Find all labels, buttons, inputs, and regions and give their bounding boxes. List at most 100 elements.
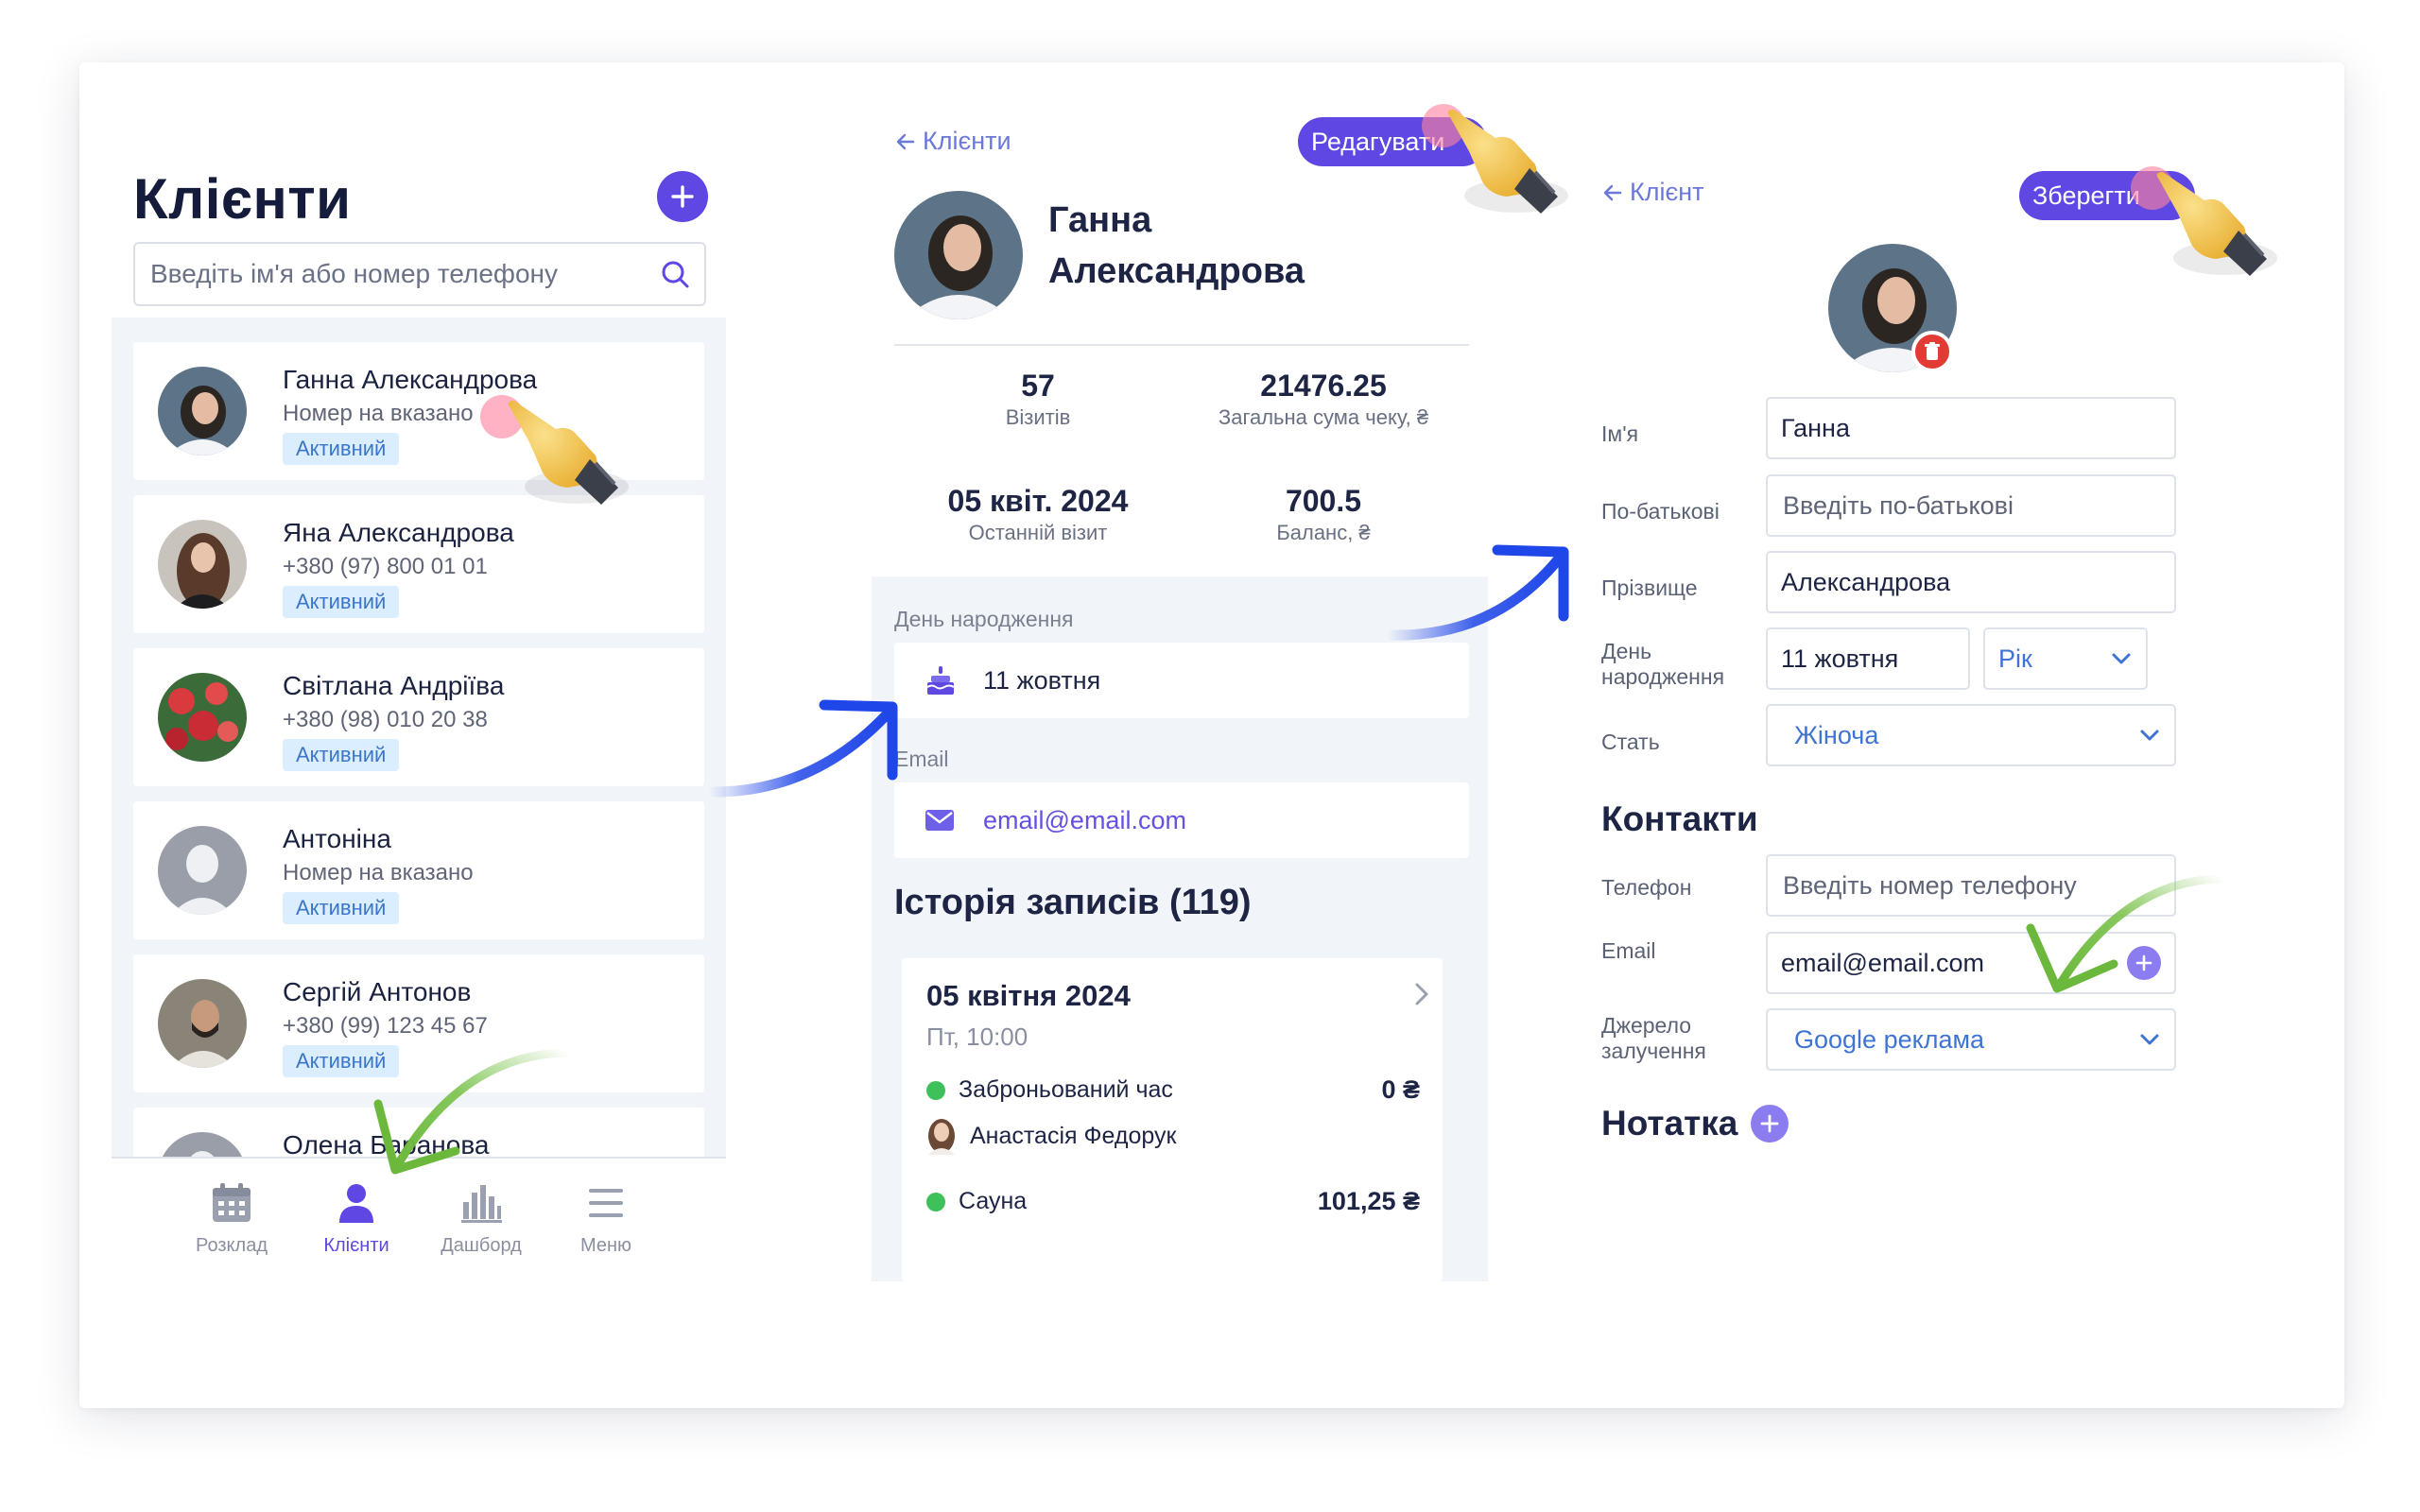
search-input[interactable] — [148, 258, 659, 290]
avatar — [158, 826, 247, 915]
hint-arrow-icon — [373, 1048, 574, 1175]
status-dot-icon — [926, 1192, 945, 1211]
pointing-hand-icon — [2156, 172, 2277, 276]
gender-label: Стать — [1601, 730, 1660, 754]
pointing-hand-icon — [1447, 110, 1568, 214]
year-select[interactable]: Рік — [1983, 627, 2148, 690]
staff-name: Анастасія Федорук — [970, 1122, 1177, 1149]
client-name: Антоніна — [283, 824, 391, 853]
source-label: Джерело залучення — [1601, 1013, 1706, 1063]
nav-label: Розклад — [196, 1235, 268, 1256]
contact-email-value: email@email.com — [1781, 948, 1984, 977]
stat-value: 700.5 — [1285, 484, 1362, 518]
first-name-value: Ганна — [1781, 413, 1850, 442]
gender-select-value: Жіноча — [1794, 720, 1879, 749]
patronymic-label: По-батькові — [1601, 499, 1720, 524]
profile-name: Ганна Александрова — [1048, 195, 1305, 297]
birthday-field-value: 11 жовтня — [1781, 644, 1899, 673]
service-price: 101,25 ₴ — [1317, 1187, 1420, 1215]
contact-email-label: Email — [1601, 938, 1656, 963]
arrow-left-icon — [1603, 184, 1622, 200]
stat-value: 05 квіт. 2024 — [947, 484, 1129, 518]
birthday-field[interactable]: 11 жовтня — [1766, 627, 1970, 690]
source-select-value: Google реклама — [1794, 1024, 1985, 1054]
trash-icon — [1925, 342, 1940, 360]
profile-divider — [894, 344, 1469, 346]
service-name: Заброньований час — [959, 1076, 1173, 1103]
gender-select[interactable]: Жіноча — [1766, 704, 2176, 766]
stat-value: 57 — [1021, 369, 1055, 403]
note-section: Нотатка — [1601, 1104, 1789, 1143]
page-title: Клієнти — [133, 167, 352, 231]
status-dot-icon — [926, 1080, 945, 1100]
history-service-row: Сауна 101,25 ₴ — [926, 1187, 1420, 1216]
last-name-field[interactable]: Александрова — [1766, 551, 2176, 613]
back-label: Клієнти — [923, 127, 1011, 155]
client-name: Ганна Александрова — [283, 365, 538, 394]
birthday-section-label: День народження — [894, 607, 1074, 631]
delete-photo-button[interactable] — [1911, 331, 1953, 372]
list-item[interactable]: Світлана Андріїва +380 (98) 010 20 38 Ак… — [133, 648, 704, 786]
client-list[interactable]: Ганна Александрова Номер на вказано Акти… — [112, 318, 726, 1159]
nav-clients[interactable]: Клієнти — [295, 1181, 418, 1257]
year-select-value: Рік — [1998, 644, 2032, 673]
history-card[interactable]: 05 квітня 2024 Пт, 10:00 Заброньований ч… — [902, 958, 1443, 1281]
stat-last-visit: 05 квіт. 2024 Останній візит — [896, 484, 1180, 545]
chevron-down-icon — [2140, 730, 2159, 741]
note-title: Нотатка — [1601, 1104, 1738, 1143]
nav-label: Меню — [579, 1235, 632, 1256]
arrow-left-icon — [896, 133, 915, 149]
patronymic-field[interactable] — [1766, 474, 2176, 537]
add-client-button[interactable] — [657, 171, 708, 222]
status-badge: Активний — [283, 433, 400, 465]
calendar-icon — [213, 1183, 251, 1222]
history-time: Пт, 10:00 — [926, 1022, 1028, 1051]
stat-value: 21476.25 — [1260, 369, 1387, 403]
last-name-label: Прізвище — [1601, 576, 1698, 600]
patronymic-input[interactable] — [1781, 490, 2161, 522]
profile-last-name: Александрова — [1048, 251, 1305, 291]
client-name: Яна Александрова — [283, 518, 514, 547]
list-item[interactable]: Антоніна Номер на вказано Активний — [133, 801, 704, 939]
stat-label: Візитів — [1005, 405, 1071, 429]
history-service-row: Заброньований час 0 ₴ — [926, 1075, 1420, 1105]
email-box[interactable]: email@email.com — [894, 782, 1469, 858]
last-name-value: Александрова — [1781, 567, 1951, 596]
plus-icon — [1760, 1114, 1779, 1133]
avatar — [158, 673, 247, 762]
history-staff-row: Анастасія Федорук — [925, 1117, 1176, 1155]
user-icon — [339, 1184, 373, 1223]
flow-arrow-icon — [1382, 544, 1569, 641]
nav-menu[interactable]: Меню — [544, 1181, 667, 1257]
client-phone: Номер на вказано — [283, 860, 474, 885]
cake-icon — [926, 666, 955, 695]
birthday-box: 11 жовтня — [894, 643, 1469, 718]
client-phone: +380 (98) 010 20 38 — [283, 707, 488, 732]
status-badge: Активний — [283, 586, 400, 618]
nav-schedule[interactable]: Розклад — [170, 1181, 293, 1257]
source-select[interactable]: Google реклама — [1766, 1008, 2176, 1071]
service-price: 0 ₴ — [1381, 1075, 1420, 1104]
search-icon[interactable] — [659, 258, 691, 290]
add-note-button[interactable] — [1751, 1105, 1789, 1143]
bar-chart-icon — [461, 1185, 502, 1223]
client-phone: Номер на вказано — [283, 401, 474, 426]
service-name: Сауна — [959, 1188, 1028, 1214]
first-name-field[interactable]: Ганна — [1766, 397, 2176, 459]
history-date: 05 квітня 2024 — [926, 979, 1131, 1012]
avatar — [158, 520, 247, 609]
status-badge: Активний — [283, 739, 400, 771]
back-to-client-link[interactable]: Клієнт — [1601, 178, 1704, 207]
stat-label: Останній візит — [968, 521, 1108, 544]
status-badge: Активний — [283, 892, 400, 924]
chevron-down-icon — [2112, 653, 2131, 664]
back-to-clients-link[interactable]: Клієнти — [894, 127, 1011, 156]
avatar — [158, 1132, 247, 1159]
history-title: Історія записів (119) — [894, 883, 1252, 922]
client-search[interactable] — [133, 242, 706, 306]
nav-label: Дашборд — [441, 1235, 522, 1256]
email-value[interactable]: email@email.com — [983, 806, 1186, 835]
client-phone: +380 (99) 123 45 67 — [283, 1013, 488, 1039]
nav-dashboard[interactable]: Дашборд — [420, 1181, 543, 1257]
chevron-right-icon[interactable] — [1412, 981, 1431, 1007]
